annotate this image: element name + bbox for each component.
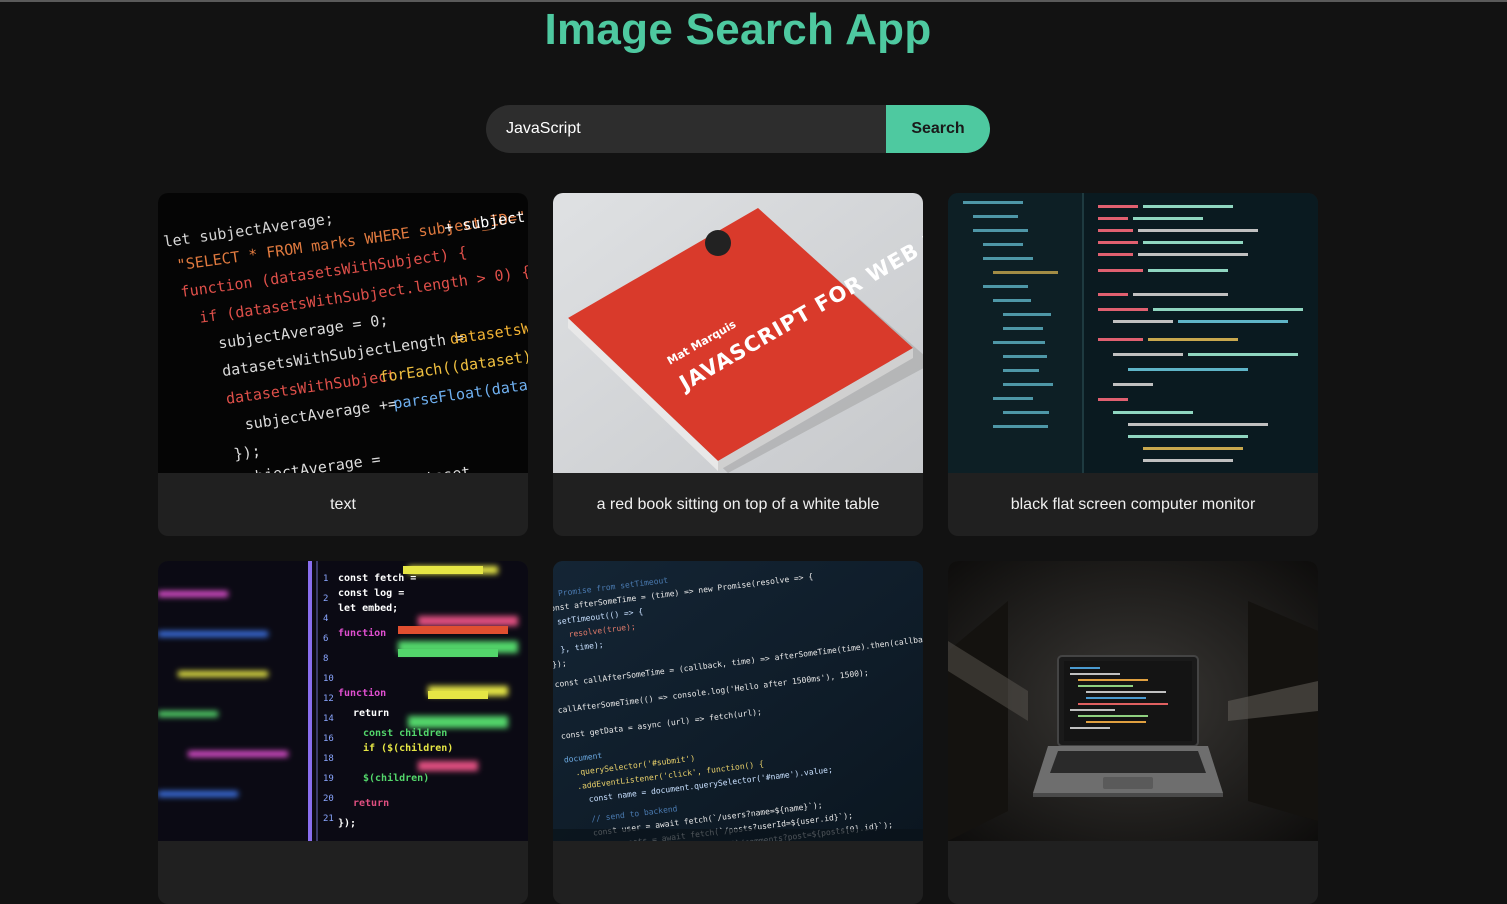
search-form: Search: [486, 105, 990, 153]
search-input[interactable]: [486, 105, 886, 153]
window-top-border: [0, 0, 1507, 2]
svg-text:1: 1: [323, 574, 328, 584]
image-card[interactable]: // Promise from setTimeout const afterSo…: [553, 561, 923, 904]
svg-text:function: function: [338, 627, 386, 639]
svg-text:});: });: [553, 659, 567, 670]
code-screen-image: let subjectAverage; "SELECT * FROM marks…: [158, 193, 528, 473]
image-card[interactable]: Mat Marquis JAVASCRIPT FOR WEB DESIGNERS…: [553, 193, 923, 536]
svg-text:8: 8: [323, 654, 328, 664]
svg-text:16: 16: [323, 734, 334, 744]
code-editor-image: [948, 193, 1318, 473]
image-card[interactable]: [948, 561, 1318, 904]
svg-text:if ($(children): if ($(children): [363, 742, 453, 754]
svg-text:19: 19: [323, 774, 334, 784]
svg-text:2: 2: [323, 594, 328, 604]
blue-code-image: // Promise from setTimeout const afterSo…: [553, 561, 923, 841]
svg-text:4: 4: [323, 614, 328, 624]
svg-text:20: 20: [323, 794, 334, 804]
red-book-image: Mat Marquis JAVASCRIPT FOR WEB DESIGNERS: [553, 193, 923, 473]
svg-text:const fetch =: const fetch =: [338, 573, 416, 584]
image-results-grid: let subjectAverage; "SELECT * FROM marks…: [158, 193, 1318, 904]
image-thumbnail[interactable]: 124 6 8 10 12 14 16 18 19 20 21 const fetch = …: [158, 561, 528, 841]
neon-code-image: 124 6810 121416 181920 21 const fetch = …: [158, 561, 528, 841]
svg-text:14: 14: [323, 714, 334, 724]
svg-text:return: return: [353, 798, 389, 809]
image-caption: black flat screen computer monitor: [1010, 495, 1256, 513]
image-thumbnail[interactable]: [948, 561, 1318, 841]
page-title: Image Search App: [544, 5, 932, 54]
svg-text:10: 10: [323, 674, 334, 684]
svg-text:6: 6: [323, 634, 328, 644]
svg-text:let embed;: let embed;: [338, 603, 398, 614]
svg-text:});: });: [338, 818, 356, 829]
image-thumbnail[interactable]: Mat Marquis JAVASCRIPT FOR WEB DESIGNERS: [553, 193, 923, 473]
image-card[interactable]: black flat screen computer monitor: [948, 193, 1318, 536]
image-thumbnail[interactable]: // Promise from setTimeout const afterSo…: [553, 561, 923, 841]
svg-text:return: return: [353, 708, 389, 719]
image-caption: [553, 841, 923, 904]
svg-text:const log =: const log =: [338, 588, 404, 599]
laptop-image: [948, 561, 1318, 841]
image-caption: text: [330, 495, 356, 513]
image-caption: a red book sitting on top of a white tab…: [596, 495, 880, 513]
image-thumbnail[interactable]: [948, 193, 1318, 473]
search-button[interactable]: Search: [886, 105, 990, 153]
image-caption: [948, 841, 1318, 904]
svg-text:function: function: [338, 687, 386, 699]
image-caption: [158, 841, 528, 904]
image-thumbnail[interactable]: let subjectAverage; "SELECT * FROM marks…: [158, 193, 528, 473]
image-card[interactable]: 124 6 8 10 12 14 16 18 19 20 21 const fetch = …: [158, 561, 528, 904]
svg-text:18: 18: [323, 754, 334, 764]
svg-text:});: });: [233, 442, 262, 464]
svg-text:$(children): $(children): [363, 772, 429, 784]
svg-text:const children: const children: [363, 727, 447, 739]
image-card[interactable]: let subjectAverage; "SELECT * FROM marks…: [158, 193, 528, 536]
svg-text:21: 21: [323, 814, 334, 824]
svg-text:12: 12: [323, 694, 334, 704]
